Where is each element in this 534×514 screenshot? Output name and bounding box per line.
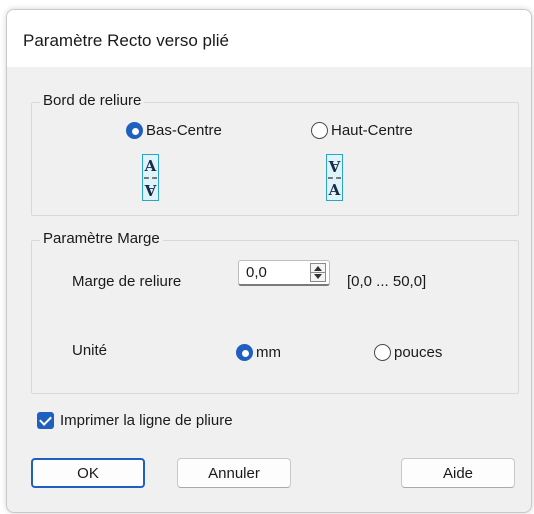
letter-inverted: A xyxy=(328,157,341,175)
radio-top-center-indicator[interactable] xyxy=(311,122,328,139)
radio-bottom-center[interactable]: Bas-Centre xyxy=(126,122,222,139)
radio-unit-mm[interactable]: mm xyxy=(236,344,281,361)
radio-unit-mm-label: mm xyxy=(256,344,281,361)
radio-unit-inches[interactable]: pouces xyxy=(374,344,442,361)
print-fold-line-checkbox[interactable]: Imprimer la ligne de pliure xyxy=(37,412,233,429)
radio-bottom-center-indicator[interactable] xyxy=(126,122,143,139)
ok-button[interactable]: OK xyxy=(31,458,145,488)
cancel-button-label: Annuler xyxy=(208,464,260,482)
margin-legend: Paramètre Marge xyxy=(40,230,163,247)
binding-edge-legend: Bord de reliure xyxy=(40,92,145,109)
spin-down-icon[interactable] xyxy=(314,274,322,279)
spin-up-icon[interactable] xyxy=(314,266,322,271)
letter-upright: A xyxy=(144,157,157,175)
letter-upright: A xyxy=(328,181,341,199)
dialog-title: Paramètre Recto verso plié xyxy=(23,31,229,50)
cancel-button[interactable]: Annuler xyxy=(177,458,291,488)
spin-buttons[interactable] xyxy=(310,263,326,282)
help-button-label: Aide xyxy=(442,464,474,482)
ok-button-label: OK xyxy=(77,464,99,482)
title-bar[interactable]: Paramètre Recto verso plié xyxy=(7,10,531,67)
fold-bottom-center-icon: A A xyxy=(142,154,159,201)
radio-unit-mm-indicator[interactable] xyxy=(236,344,253,361)
fold-top-center-icon: A A xyxy=(326,154,343,201)
radio-unit-inches-label: pouces xyxy=(394,344,443,361)
help-button[interactable]: Aide xyxy=(401,458,515,488)
binding-margin-label: Marge de reliure xyxy=(72,273,182,290)
radio-bottom-center-label: Bas-Centre xyxy=(146,122,222,139)
radio-top-center[interactable]: Haut-Centre xyxy=(311,122,413,139)
print-fold-line-label: Imprimer la ligne de pliure xyxy=(60,412,233,429)
spin-divider xyxy=(311,272,325,273)
duplex-fold-settings-dialog: Paramètre Recto verso plié Bord de reliu… xyxy=(6,9,532,513)
binding-margin-value[interactable]: 0,0 xyxy=(246,264,267,281)
binding-margin-range: [0,0 ... 50,0] xyxy=(347,273,427,290)
radio-unit-inches-indicator[interactable] xyxy=(374,344,391,361)
radio-top-center-label: Haut-Centre xyxy=(331,122,413,139)
binding-edge-group: Bord de reliure Bas-Centre A A Haut-Cent… xyxy=(31,92,519,216)
checkbox-checked-icon[interactable] xyxy=(37,412,54,429)
letter-inverted: A xyxy=(144,181,157,199)
unit-label: Unité xyxy=(72,342,108,359)
binding-margin-spinbox[interactable]: 0,0 xyxy=(238,260,330,286)
